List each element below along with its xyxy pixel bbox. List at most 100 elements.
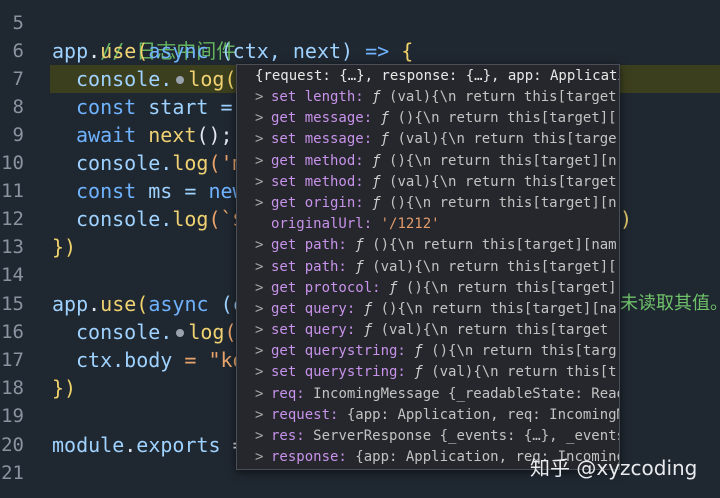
- code-token: module: [52, 433, 125, 457]
- chevron-right-icon[interactable]: >: [255, 87, 271, 108]
- debug-hover-popup[interactable]: {request: {…}, response: {…}, app: Appli…: [236, 64, 620, 470]
- property-name: set message:: [271, 131, 373, 148]
- line-number: 10: [1, 152, 24, 174]
- popup-property-row[interactable]: > set length: ƒ (val){\n return this[targ…: [237, 87, 619, 108]
- property-value: (val){\n return this[t: [431, 364, 617, 381]
- chevron-right-icon[interactable]: >: [255, 151, 271, 172]
- popup-property-row[interactable]: > get query: ƒ (){\n return this[target][…: [237, 299, 619, 320]
- property-name: set length:: [271, 89, 364, 105]
- property-value: (){\n return this[target][n: [389, 152, 617, 169]
- popup-property-row[interactable]: > get method: ƒ (){\n return this[target]…: [237, 151, 619, 172]
- code-line-9[interactable]: await next();: [76, 121, 233, 149]
- code-line-16[interactable]: console.log(': [76, 318, 249, 346]
- popup-property-row[interactable]: > set method: ƒ (val){\n return this[targ…: [237, 172, 619, 193]
- code-token: next: [136, 123, 197, 147]
- chevron-right-icon[interactable]: >: [255, 362, 271, 383]
- property-value: (){\n return this[targ: [431, 343, 617, 360]
- property-name: get method:: [271, 152, 364, 169]
- code-token: console.: [76, 207, 173, 231]
- code-line-10[interactable]: console.log('m: [76, 149, 245, 177]
- popup-property-row[interactable]: > set query: ƒ (val){\n return this[targe…: [237, 320, 619, 341]
- code-line-6[interactable]: app.use(async (ctx, next) => {: [52, 37, 413, 65]
- code-token: const: [76, 95, 137, 119]
- chevron-right-icon[interactable]: >: [255, 172, 271, 193]
- code-line-17[interactable]: ctx.body = "ko: [76, 346, 245, 374]
- code-line-8[interactable]: const start =: [76, 93, 233, 121]
- function-symbol-icon: ƒ: [372, 194, 381, 211]
- popup-property-row[interactable]: > set message: ƒ (val){\n return this[tar…: [237, 129, 619, 150]
- popup-property-row[interactable]: > get message: ƒ (){\n return this[target…: [237, 108, 619, 129]
- chevron-right-icon[interactable]: >: [255, 447, 271, 468]
- property-value: IncomingMessage {_readableState: Readab: [313, 385, 619, 402]
- property-value: (){\n return this[target]: [405, 279, 617, 296]
- popup-property-row[interactable]: > req: IncomingMessage {_readableState: R…: [237, 384, 619, 405]
- code-token: body: [124, 348, 173, 372]
- code-token: (ctx, next): [220, 39, 354, 63]
- code-line-15[interactable]: app.use(async (c: [52, 290, 245, 318]
- popup-property-row[interactable]: > res: ServerResponse {_events: {…}, _eve…: [237, 426, 619, 447]
- property-name: get origin:: [271, 194, 364, 211]
- code-line-18[interactable]: }): [52, 374, 76, 402]
- property-name: originalUrl:: [271, 216, 373, 233]
- code-line-20[interactable]: module.exports =: [52, 431, 245, 459]
- popup-object-summary[interactable]: {request: {…}, response: {…}, app: Appli…: [237, 65, 619, 87]
- property-name: get protocol:: [271, 279, 381, 296]
- function-symbol-icon: ƒ: [355, 237, 364, 254]
- popup-property-row: originalUrl: '/1212': [237, 214, 619, 235]
- code-token: console.: [76, 151, 173, 175]
- chevron-right-icon[interactable]: >: [255, 193, 271, 214]
- function-symbol-icon: ƒ: [414, 364, 423, 381]
- code-token: ): [620, 207, 633, 231]
- chevron-right-icon[interactable]: >: [255, 405, 271, 426]
- chevron-right-icon[interactable]: >: [255, 320, 271, 341]
- code-token: ms =: [136, 179, 209, 203]
- chevron-right-icon[interactable]: >: [255, 299, 271, 320]
- chevron-right-icon[interactable]: >: [255, 108, 271, 129]
- chevron-right-icon[interactable]: >: [255, 278, 271, 299]
- line-number: 6: [12, 40, 24, 62]
- code-token: start =: [136, 95, 233, 119]
- popup-property-row[interactable]: > get path: ƒ (){\n return this[target][n…: [237, 235, 619, 256]
- chevron-right-icon[interactable]: >: [255, 426, 271, 447]
- code-line-13[interactable]: }): [52, 233, 76, 261]
- code-token: exports: [136, 433, 221, 457]
- code-token: log: [172, 151, 209, 175]
- chevron-right-icon[interactable]: >: [255, 341, 271, 362]
- popup-property-row[interactable]: > set path: ƒ (val){\n return this[target…: [237, 257, 619, 278]
- inline-hint-text: 未读取其值。: [620, 293, 720, 314]
- property-value: (val){\n return this[target: [389, 89, 617, 105]
- chevron-right-icon[interactable]: >: [255, 257, 271, 278]
- function-symbol-icon: ƒ: [389, 279, 398, 296]
- property-value: {app: Application, req: IncomingMes: [346, 406, 619, 423]
- line-number: 15: [1, 293, 24, 315]
- property-name: response:: [271, 449, 347, 466]
- popup-property-row[interactable]: > get protocol: ƒ (){\n return this[targe…: [237, 278, 619, 299]
- property-value: (val){\n return this[target][: [372, 258, 617, 275]
- function-symbol-icon: ƒ: [363, 300, 373, 317]
- popup-property-row[interactable]: > get querystring: ƒ (){\n return this[ta…: [237, 341, 619, 362]
- chevron-right-icon[interactable]: >: [255, 129, 271, 150]
- popup-property-row[interactable]: > get origin: ƒ (){\n return this[target]…: [237, 193, 619, 214]
- line-number-gutter: 5 6 7 8 9 10 11 12 13 14 15 16 17 18 19 …: [0, 0, 40, 498]
- chevron-right-icon[interactable]: >: [255, 384, 271, 405]
- code-line-7[interactable]: console. log(: [76, 65, 237, 93]
- property-name: get querystring:: [271, 343, 406, 360]
- code-token: {: [401, 39, 414, 63]
- property-name: set method:: [271, 173, 364, 190]
- popup-property-row[interactable]: > request: {app: Application, req: Incomi…: [237, 405, 619, 426]
- popup-property-row[interactable]: > set querystring: ƒ (val){\n return this…: [237, 362, 619, 383]
- function-symbol-icon: ƒ: [372, 89, 381, 105]
- property-value: (val){\n return this[target: [380, 322, 609, 339]
- chevron-right-icon[interactable]: >: [255, 235, 271, 256]
- code-line-5[interactable]: // 日志中间件: [52, 9, 236, 63]
- breakpoint-dot-icon: [176, 328, 185, 337]
- property-value: (){\n return this[target][: [397, 110, 617, 127]
- code-line-11[interactable]: const ms = new: [76, 177, 245, 205]
- code-line-12[interactable]: console.log(`$: [76, 205, 245, 233]
- function-symbol-icon: ƒ: [363, 322, 373, 339]
- code-token: = "ko: [172, 348, 245, 372]
- function-symbol-icon: ƒ: [414, 343, 423, 360]
- line-number: 21: [1, 462, 24, 484]
- property-name: req:: [271, 385, 305, 402]
- code-token: ctx.: [76, 348, 125, 372]
